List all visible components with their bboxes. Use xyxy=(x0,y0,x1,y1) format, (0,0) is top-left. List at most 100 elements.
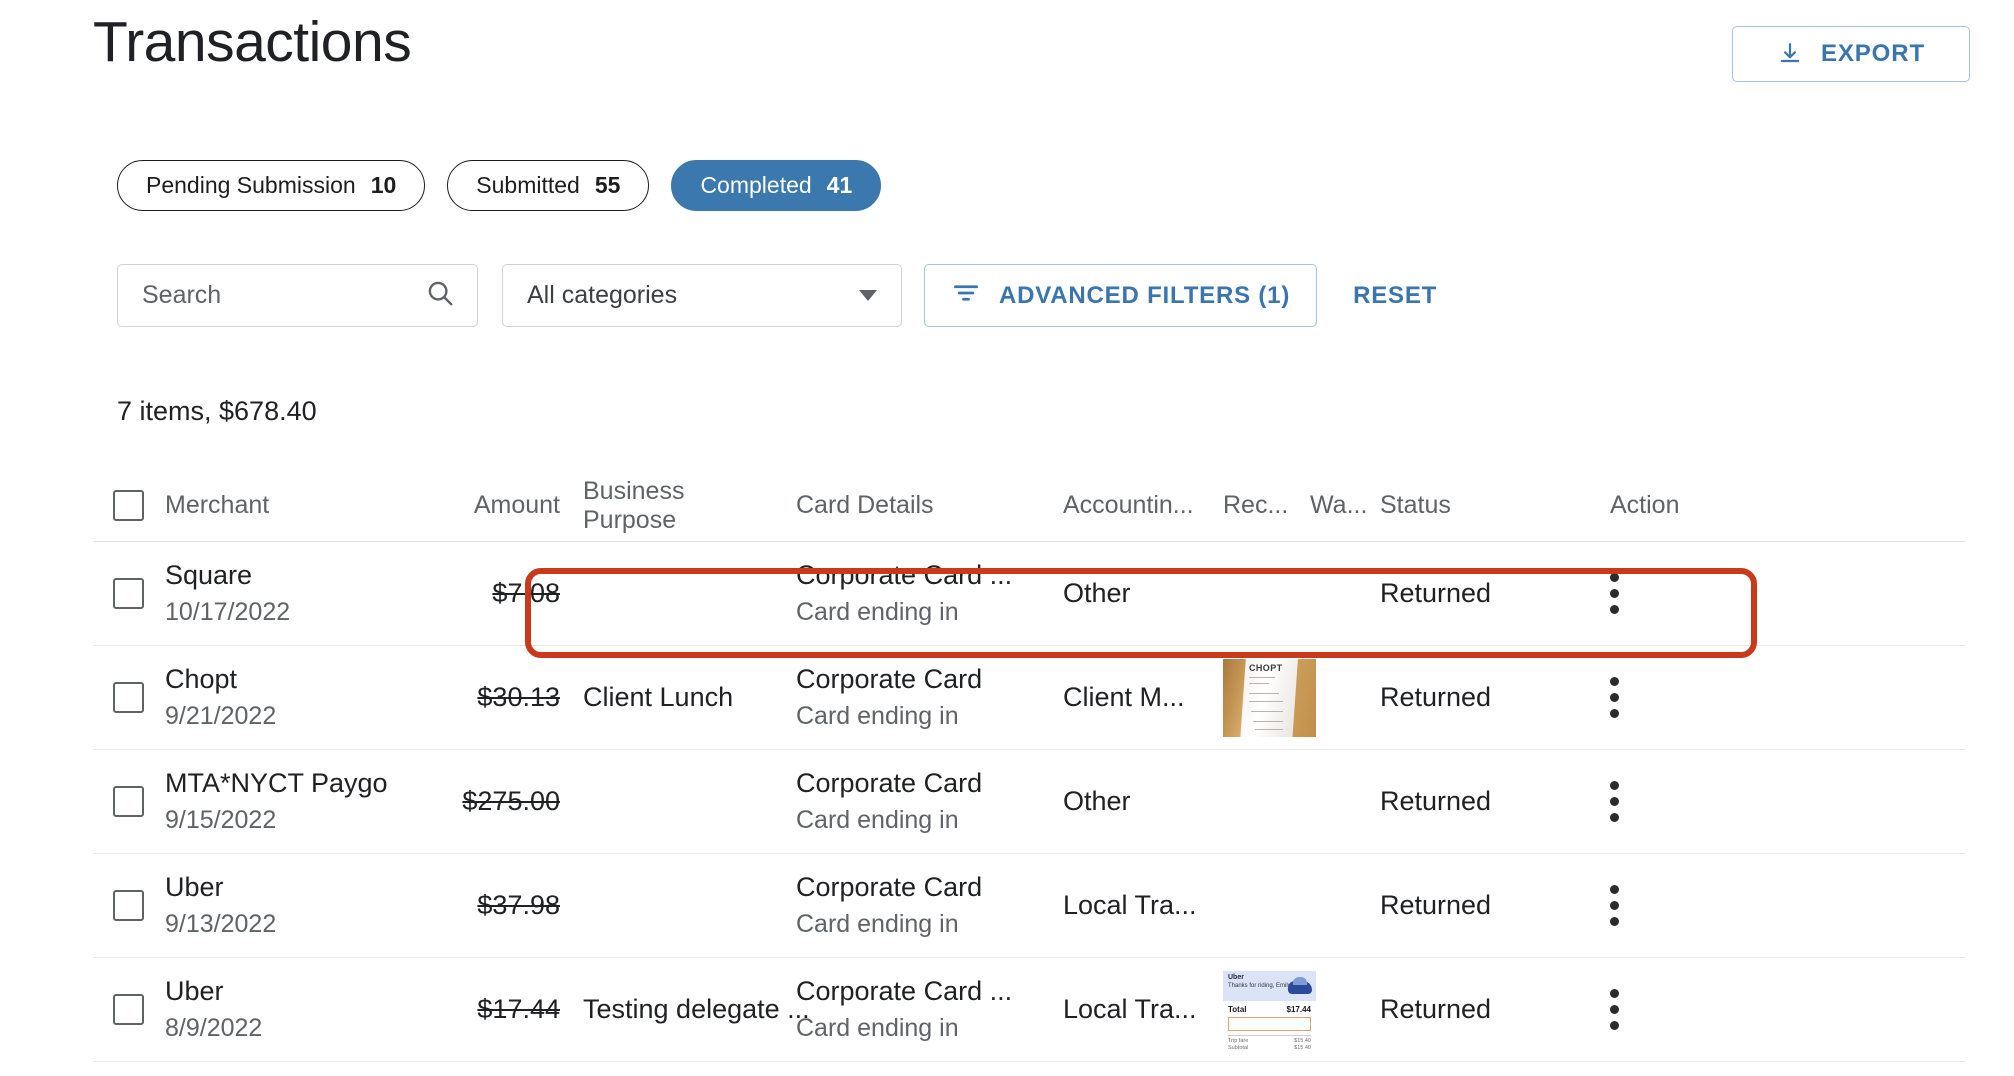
more-vertical-icon[interactable] xyxy=(1610,677,1619,718)
column-header-status[interactable]: Status xyxy=(1380,491,1565,520)
accounting-value: Other xyxy=(1063,786,1131,816)
car-icon xyxy=(1288,976,1312,994)
receipt-line xyxy=(1249,700,1283,702)
export-button-label: EXPORT xyxy=(1820,40,1926,67)
transaction-date: 8/9/2022 xyxy=(165,1014,263,1043)
tab-completed[interactable]: Completed 41 xyxy=(671,160,882,211)
receipt-brand-text: Uber xyxy=(1228,973,1244,981)
cell-action xyxy=(1565,989,1965,1030)
row-checkbox[interactable] xyxy=(113,890,144,921)
tab-pending-submission-label: Pending Submission xyxy=(146,172,356,198)
tab-pending-submission[interactable]: Pending Submission 10 xyxy=(117,160,426,211)
table-row[interactable]: Square 10/17/2022 $7.08 Corporate Card .… xyxy=(93,542,1965,646)
reset-button[interactable]: RESET xyxy=(1353,282,1437,310)
cell-card-details: Corporate Card Card ending in xyxy=(775,872,1045,939)
transactions-page: Transactions EXPORT Pending Submission 1… xyxy=(0,0,2014,1076)
receipt-line xyxy=(1249,692,1279,694)
card-name: Corporate Card ... xyxy=(796,976,1013,1007)
receipt-total-label: Total xyxy=(1228,1004,1247,1014)
table-row[interactable]: Uber 9/13/2022 $37.98 Corporate Card Car… xyxy=(93,854,1965,958)
transaction-date: 9/13/2022 xyxy=(165,910,277,939)
select-all-cell xyxy=(93,490,165,521)
chevron-down-icon xyxy=(859,290,877,301)
more-vertical-icon[interactable] xyxy=(1610,885,1619,926)
receipt-note-box xyxy=(1228,1016,1311,1031)
select-all-checkbox[interactable] xyxy=(113,490,144,521)
cell-status: Returned xyxy=(1380,890,1565,921)
status-value: Returned xyxy=(1380,786,1492,816)
table-row[interactable]: Uber 8/9/2022 $17.44 Testing delegate ..… xyxy=(93,958,1965,1062)
cell-accounting: Other xyxy=(1045,578,1215,609)
merchant-name: Uber xyxy=(165,872,224,903)
merchant-name: Uber xyxy=(165,976,224,1007)
cell-card-details: Corporate Card Card ending in xyxy=(775,664,1045,731)
cell-receipt: CHOPT xyxy=(1215,658,1316,737)
row-checkbox[interactable] xyxy=(113,578,144,609)
advanced-filters-label: ADVANCED FILTERS (1) xyxy=(999,281,1291,309)
more-vertical-icon[interactable] xyxy=(1610,989,1619,1030)
category-select[interactable]: All categories xyxy=(502,264,902,327)
column-header-merchant[interactable]: Merchant xyxy=(165,491,425,520)
cell-status: Returned xyxy=(1380,578,1565,609)
column-header-business-purpose[interactable]: Business Purpose xyxy=(560,477,775,535)
row-checkbox[interactable] xyxy=(113,786,144,817)
merchant-name: Square xyxy=(165,560,253,591)
cell-accounting: Local Tra... xyxy=(1045,994,1215,1025)
accounting-value: Local Tra... xyxy=(1063,994,1197,1024)
tab-completed-count: 41 xyxy=(826,172,853,198)
receipt-thanks-text: Thanks for riding, Emily xyxy=(1228,982,1291,989)
row-checkbox[interactable] xyxy=(113,682,144,713)
cell-merchant: MTA*NYCT Paygo 9/15/2022 xyxy=(165,768,425,835)
cell-amount: $17.44 xyxy=(425,994,560,1025)
card-ending: Card ending in xyxy=(796,1014,959,1043)
filter-bar: Search All categories ADVANCED FILTERS (… xyxy=(117,264,1437,327)
card-ending: Card ending in xyxy=(796,598,959,627)
column-header-receipt[interactable]: Rec... xyxy=(1215,491,1310,520)
search-icon[interactable] xyxy=(425,278,455,313)
transaction-date: 10/17/2022 xyxy=(165,598,291,627)
card-name: Corporate Card ... xyxy=(796,560,1013,591)
cell-action xyxy=(1565,573,1965,614)
more-vertical-icon[interactable] xyxy=(1610,781,1619,822)
uber-receipt-thumbnail[interactable]: Uber Thanks for riding, Emily Total $17.… xyxy=(1223,970,1316,1049)
search-input[interactable]: Search xyxy=(117,264,478,327)
column-header-action: Action xyxy=(1610,491,1680,519)
advanced-filters-button[interactable]: ADVANCED FILTERS (1) xyxy=(924,264,1318,327)
status-tabs: Pending Submission 10 Submitted 55 Compl… xyxy=(117,160,882,211)
table-row[interactable]: Chopt 9/21/2022 $30.13 Client Lunch Corp… xyxy=(93,646,1965,750)
row-select-cell xyxy=(93,786,165,817)
status-value: Returned xyxy=(1380,578,1492,608)
status-value: Returned xyxy=(1380,890,1492,920)
tab-pending-submission-count: 10 xyxy=(370,172,397,198)
receipt-line xyxy=(1251,710,1283,712)
cell-card-details: Corporate Card Card ending in xyxy=(775,768,1045,835)
category-select-value: All categories xyxy=(527,281,678,309)
items-summary: 7 items, $678.40 xyxy=(117,396,317,426)
accounting-value: Local Tra... xyxy=(1063,890,1197,920)
column-header-wallet[interactable]: Wa... xyxy=(1310,491,1380,520)
column-header-accounting[interactable]: Accountin... xyxy=(1045,491,1215,520)
transaction-date: 9/15/2022 xyxy=(165,806,277,835)
export-button[interactable]: EXPORT xyxy=(1732,26,1970,82)
cell-merchant: Uber 9/13/2022 xyxy=(165,872,425,939)
cell-card-details: Corporate Card ... Card ending in xyxy=(775,560,1045,627)
table-row[interactable]: MTA*NYCT Paygo 9/15/2022 $275.00 Corpora… xyxy=(93,750,1965,854)
search-placeholder: Search xyxy=(142,281,222,309)
tab-completed-label: Completed xyxy=(700,172,812,198)
more-vertical-icon[interactable] xyxy=(1610,573,1619,614)
column-header-amount[interactable]: Amount xyxy=(425,491,560,520)
card-ending: Card ending in xyxy=(796,910,959,939)
cell-action xyxy=(1565,781,1965,822)
cell-status: Returned xyxy=(1380,682,1565,713)
transaction-date: 9/21/2022 xyxy=(165,702,277,731)
tab-submitted[interactable]: Submitted 55 xyxy=(447,160,650,211)
row-select-cell xyxy=(93,578,165,609)
row-checkbox[interactable] xyxy=(113,994,144,1025)
column-header-card-details[interactable]: Card Details xyxy=(775,491,1045,520)
receipt-brand-text: CHOPT xyxy=(1249,662,1283,673)
receipt-total-row: Total $17.44 xyxy=(1228,1005,1311,1014)
chopt-receipt-thumbnail[interactable]: CHOPT xyxy=(1223,658,1316,737)
status-value: Returned xyxy=(1380,994,1492,1024)
cell-action xyxy=(1565,677,1965,718)
cell-card-details: Corporate Card ... Card ending in xyxy=(775,976,1045,1043)
